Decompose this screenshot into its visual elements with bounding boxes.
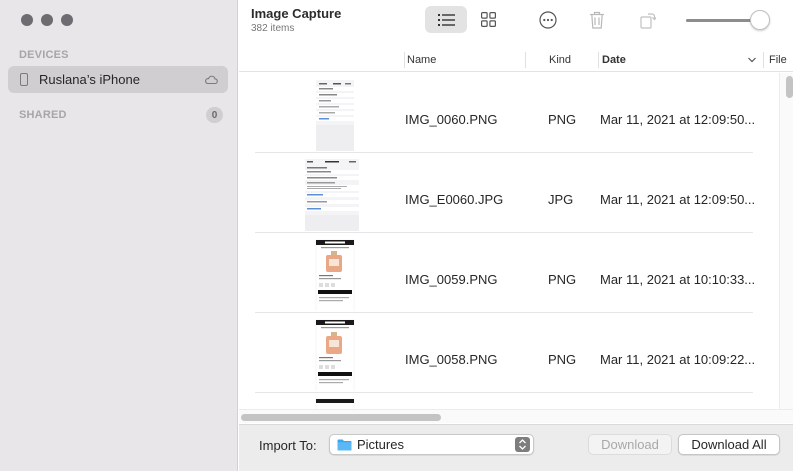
image-thumbnail <box>309 237 361 311</box>
column-file[interactable]: File <box>769 54 787 66</box>
column-kind[interactable]: Kind <box>549 54 571 66</box>
sidebar: DEVICES Ruslana’s iPhone SHARED 0 <box>0 0 238 471</box>
rotate-button[interactable] <box>637 6 659 33</box>
grid-view-icon <box>480 12 496 27</box>
horizontal-scroll-thumb[interactable] <box>241 414 441 421</box>
cloud-icon <box>205 75 218 84</box>
close-window-button[interactable] <box>21 14 33 26</box>
slider-fill <box>686 19 752 22</box>
file-date: Mar 11, 2021 at 12:09:50... <box>600 192 756 207</box>
window-title: Image Capture <box>251 6 342 21</box>
import-bar: Import To: Pictures Download Download Al… <box>239 424 793 471</box>
import-destination-value: Pictures <box>357 437 404 452</box>
image-thumbnail <box>309 317 361 391</box>
file-name: IMG_0060.PNG <box>405 112 498 127</box>
chevron-down-icon <box>748 57 756 63</box>
file-name: IMG_0059.PNG <box>405 272 498 287</box>
toolbar: Image Capture 382 items <box>239 0 793 48</box>
more-actions-button[interactable] <box>537 6 559 33</box>
table-row[interactable]: IMG_0059.PNG PNG Mar 11, 2021 at 10:10:3… <box>255 233 756 313</box>
download-button[interactable]: Download <box>588 434 672 455</box>
file-date: Mar 11, 2021 at 10:10:33... <box>600 272 756 287</box>
window-controls <box>21 14 73 26</box>
import-destination-select[interactable]: Pictures <box>329 434 534 455</box>
image-thumbnail <box>301 157 363 231</box>
minimize-window-button[interactable] <box>41 14 53 26</box>
device-name: Ruslana’s iPhone <box>39 72 140 87</box>
table-row[interactable]: IMG_0058.PNG PNG Mar 11, 2021 at 10:09:2… <box>255 313 756 393</box>
download-all-button[interactable]: Download All <box>678 434 780 455</box>
vertical-scrollbar[interactable] <box>779 73 793 409</box>
iphone-icon <box>20 73 28 86</box>
slider-thumb[interactable] <box>750 10 770 30</box>
grid-view-button[interactable] <box>477 6 499 33</box>
more-icon <box>539 10 557 29</box>
rotate-icon <box>640 12 656 29</box>
table-row[interactable]: IMG_E0060.JPG JPG Mar 11, 2021 at 12:09:… <box>255 153 756 233</box>
column-separator <box>598 52 599 68</box>
delete-button[interactable] <box>586 6 608 33</box>
trash-icon <box>590 11 604 29</box>
devices-section-label: DEVICES <box>19 49 69 61</box>
file-date: Mar 11, 2021 at 10:09:22... <box>600 352 756 367</box>
image-thumbnail <box>309 77 361 151</box>
list-view-icon <box>437 13 455 26</box>
sidebar-item-iphone[interactable]: Ruslana’s iPhone <box>8 66 228 93</box>
column-name[interactable]: Name <box>407 54 436 66</box>
main-content: Image Capture 382 items Name Kind Date F… <box>239 0 793 471</box>
column-separator <box>404 52 405 68</box>
file-kind: PNG <box>548 112 577 127</box>
file-kind: PNG <box>548 272 577 287</box>
select-arrows-icon <box>515 437 530 452</box>
column-separator <box>763 52 764 68</box>
folder-icon <box>337 439 352 450</box>
column-separator <box>525 52 526 68</box>
item-count: 382 items <box>251 23 295 34</box>
column-header: Name Kind Date File <box>239 48 793 72</box>
file-list: IMG_0060.PNG PNG Mar 11, 2021 at 12:09:5… <box>239 73 793 409</box>
table-row[interactable]: IMG_0060.PNG PNG Mar 11, 2021 at 12:09:5… <box>255 73 756 153</box>
zoom-window-button[interactable] <box>61 14 73 26</box>
import-to-label: Import To: <box>259 438 317 453</box>
table-row[interactable] <box>255 393 753 409</box>
file-kind: PNG <box>548 352 577 367</box>
image-thumbnail <box>309 397 361 409</box>
file-name: IMG_E0060.JPG <box>405 192 504 207</box>
shared-section-label: SHARED <box>19 109 67 121</box>
shared-count-badge: 0 <box>206 107 223 123</box>
list-view-button[interactable] <box>425 6 467 33</box>
column-date[interactable]: Date <box>602 54 626 66</box>
file-name: IMG_0058.PNG <box>405 352 498 367</box>
vertical-scroll-thumb[interactable] <box>786 76 793 98</box>
file-kind: JPG <box>548 192 574 207</box>
file-date: Mar 11, 2021 at 12:09:50... <box>600 112 756 127</box>
